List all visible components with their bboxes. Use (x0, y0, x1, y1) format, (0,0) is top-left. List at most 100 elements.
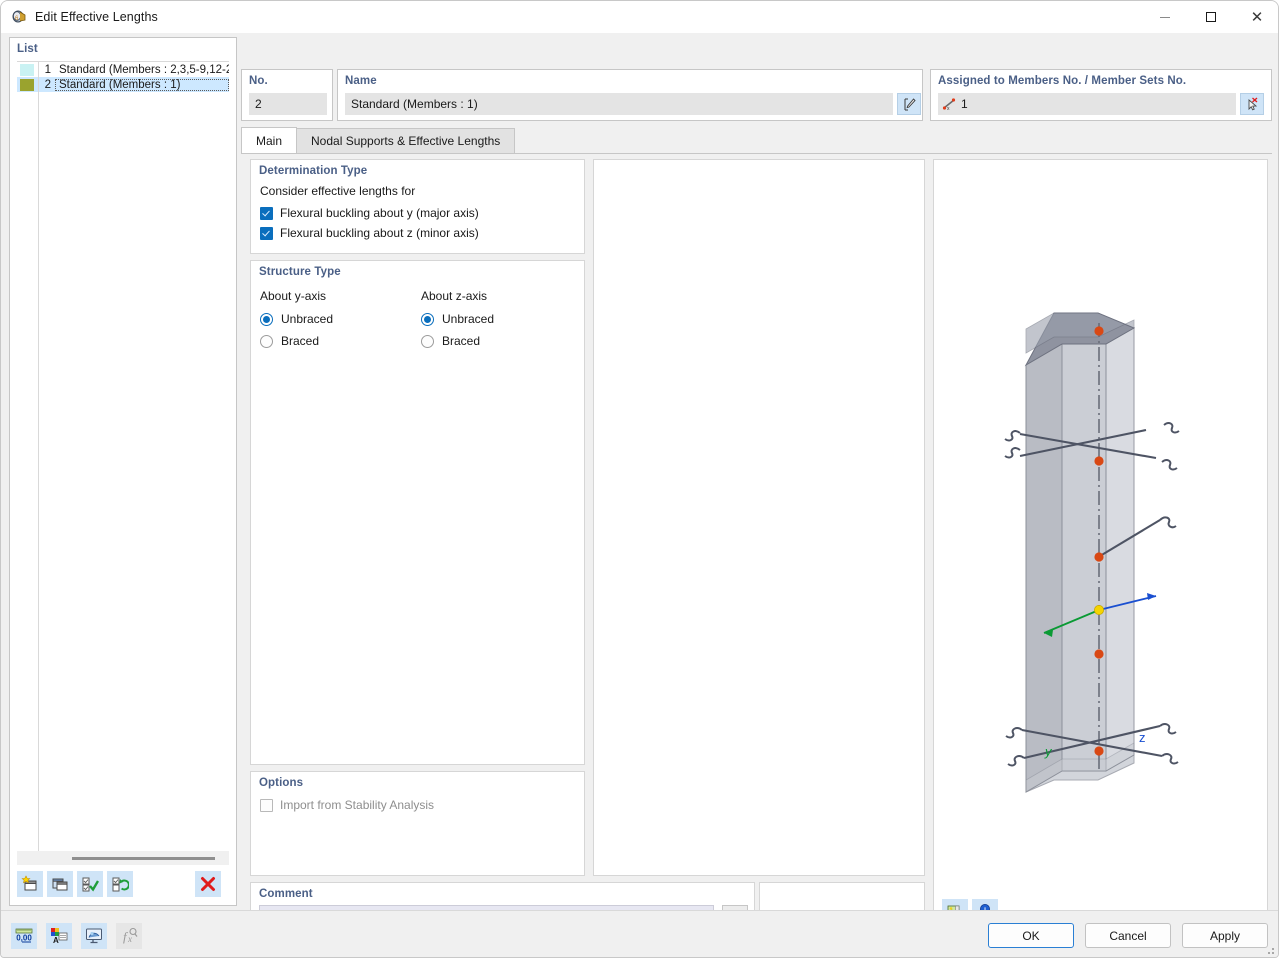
list-item[interactable]: 1 Standard (Members : 2,3,5-9,12-20,2 (17, 62, 229, 77)
checkbox-label: Flexural buckling about y (major axis) (280, 206, 479, 220)
colors-abc-icon: A (49, 926, 69, 946)
assigned-field-group: Assigned to Members No. / Member Sets No… (930, 69, 1272, 121)
tab-main[interactable]: Main (241, 127, 297, 153)
radio-label: Unbraced (281, 312, 333, 326)
checkbox-import-from-stability-analysis[interactable]: Import from Stability Analysis (260, 798, 434, 812)
checkbox-icon (260, 227, 273, 240)
edit-pencil-icon (902, 97, 917, 112)
radio-icon (421, 313, 434, 326)
pick-cursor-icon (1245, 97, 1260, 112)
minimize-button[interactable] (1142, 1, 1188, 33)
name-field-group: Name Standard (Members : 1) (337, 69, 923, 121)
node-point (1094, 552, 1103, 561)
copy-item-button[interactable] (47, 871, 73, 897)
color-swatch (20, 64, 34, 76)
checkbox-icon (260, 207, 273, 220)
radio-icon (421, 335, 434, 348)
toggle-selection-button[interactable] (107, 871, 133, 897)
radio-label: Braced (442, 334, 480, 348)
about-y-axis-label: About y-axis (260, 289, 333, 303)
display-properties-button[interactable]: A (46, 923, 72, 949)
close-icon: ✕ (1251, 10, 1264, 25)
list-item[interactable]: 2 Standard (Members : 1) (17, 77, 229, 92)
origin-node (1094, 605, 1103, 614)
name-edit-button[interactable] (897, 93, 921, 115)
minimize-icon (1160, 17, 1170, 18)
radio-z-braced[interactable]: Braced (421, 334, 494, 348)
formula-button: f x (116, 923, 142, 949)
radio-icon (260, 335, 273, 348)
window-title: Edit Effective Lengths (35, 10, 158, 24)
comment-title: Comment (259, 888, 313, 900)
units-button[interactable]: 0,00 (11, 923, 37, 949)
name-input[interactable]: Standard (Members : 1) (345, 93, 893, 115)
structure-type-panel: Structure Type About y-axis Unbraced Bra… (250, 260, 585, 765)
red-x-icon (199, 875, 217, 893)
footer-toolbar: 0,00 A (11, 923, 151, 949)
svg-text:A: A (53, 936, 59, 945)
checkbox-check-icon (81, 875, 99, 893)
list-header-label: List (17, 43, 38, 55)
fx-formula-icon: f x (119, 926, 139, 946)
apply-button[interactable]: Apply (1182, 923, 1268, 948)
list-column-divider (38, 61, 39, 857)
options-title: Options (259, 777, 303, 789)
list-panel: List 1 Standard (Members : 2,3,5-9,12-20… (9, 37, 237, 906)
monitor-icon (84, 926, 104, 946)
copy-windows-icon (51, 875, 69, 893)
node-point (1094, 649, 1103, 658)
scrollbar-thumb[interactable] (72, 857, 215, 860)
maximize-icon (1206, 12, 1216, 22)
assigned-input[interactable]: x 1 (938, 93, 1236, 115)
number-input[interactable]: 2 (249, 93, 327, 115)
dialog-body: List 1 Standard (Members : 2,3,5-9,12-20… (1, 33, 1279, 910)
checkbox-flexural-buckling-z[interactable]: Flexural buckling about z (minor axis) (260, 226, 479, 240)
structure-type-title: Structure Type (259, 266, 341, 278)
name-field-label: Name (345, 75, 377, 87)
radio-y-braced[interactable]: Braced (260, 334, 333, 348)
svg-text:x: x (947, 106, 950, 111)
radio-y-unbraced[interactable]: Unbraced (260, 312, 333, 326)
assigned-value: 1 (961, 97, 968, 111)
maximize-button[interactable] (1188, 1, 1234, 33)
assigned-pick-button[interactable] (1240, 93, 1264, 115)
list-item-label: Standard (Members : 2,3,5-9,12-20,2 (55, 64, 229, 76)
svg-text:0,00: 0,00 (16, 934, 32, 943)
tab-nodal-supports-effective-lengths[interactable]: Nodal Supports & Effective Lengths (296, 128, 515, 153)
cancel-button[interactable]: Cancel (1085, 923, 1171, 948)
tab-strip: Main Nodal Supports & Effective Lengths (241, 129, 1272, 154)
new-window-icon (21, 875, 39, 893)
assigned-field-label: Assigned to Members No. / Member Sets No… (938, 75, 1186, 87)
middle-content-panel (593, 159, 925, 876)
model-viewport[interactable]: z y i (933, 159, 1268, 934)
number-field-label: No. (249, 75, 268, 87)
title-bar: 6 Edit Effective Lengths ✕ (1, 1, 1279, 33)
node-point (1094, 746, 1103, 755)
check-all-button[interactable] (77, 871, 103, 897)
determination-type-panel: Determination Type Consider effective le… (250, 159, 585, 254)
footer-buttons: OK Cancel Apply (977, 923, 1268, 948)
checkbox-label: Flexural buckling about z (minor axis) (280, 226, 479, 240)
determination-type-title: Determination Type (259, 165, 367, 177)
view-settings-button[interactable] (81, 923, 107, 949)
dialog-footer: 0,00 A (1, 910, 1279, 958)
node-point (1094, 326, 1103, 335)
radio-z-unbraced[interactable]: Unbraced (421, 312, 494, 326)
units-000-icon: 0,00 (14, 926, 34, 946)
new-item-button[interactable] (17, 871, 43, 897)
member-line-icon: x (942, 97, 956, 111)
ok-button[interactable]: OK (988, 923, 1074, 948)
checkbox-swap-icon (111, 875, 129, 893)
delete-item-button[interactable] (195, 871, 221, 897)
radio-label: Unbraced (442, 312, 494, 326)
node-point (1094, 456, 1103, 465)
edit-effective-lengths-dialog: 6 Edit Effective Lengths ✕ List 1 Standa… (0, 0, 1279, 958)
list-horizontal-scrollbar[interactable] (17, 851, 229, 865)
resize-grip[interactable] (1266, 946, 1276, 956)
determination-subtitle: Consider effective lengths for (260, 184, 479, 198)
close-button[interactable]: ✕ (1234, 1, 1279, 33)
checkbox-flexural-buckling-y[interactable]: Flexural buckling about y (major axis) (260, 206, 479, 220)
color-swatch (20, 79, 34, 91)
radio-label: Braced (281, 334, 319, 348)
column-3d-model (934, 160, 1267, 933)
